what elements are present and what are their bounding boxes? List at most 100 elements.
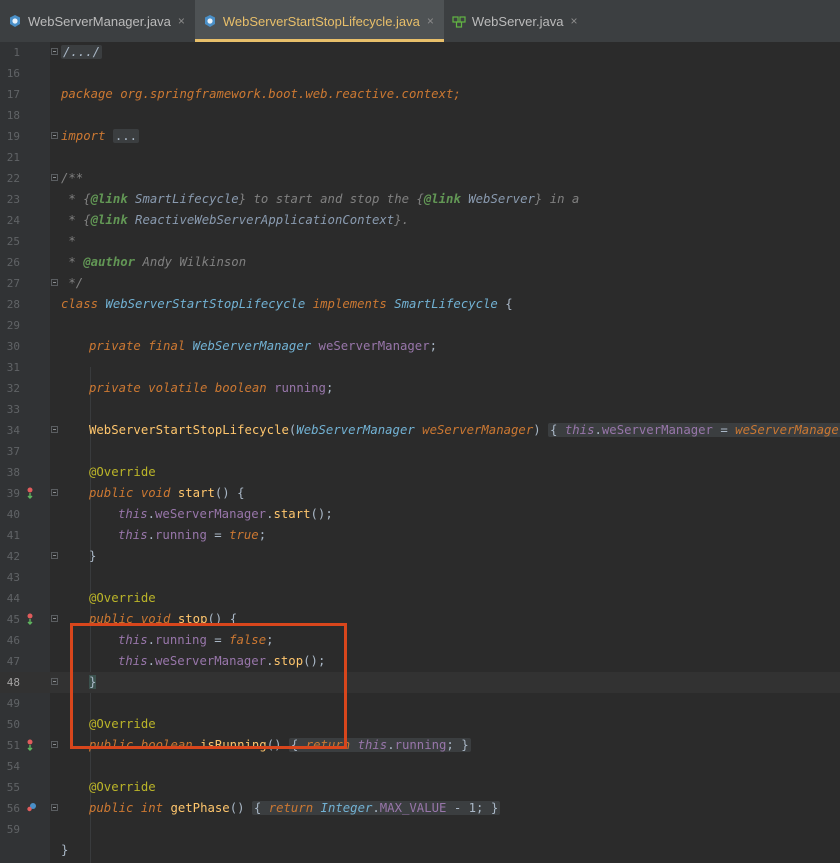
code-line[interactable]: 30 private final WebServerManager weServe… [0,336,840,357]
folded-imports[interactable]: ... [112,129,140,143]
line-number: 38 [6,466,20,479]
expression: - 1; [446,801,484,815]
code-line[interactable]: 40 this.weServerManager.start(); [0,504,840,525]
line-number: 27 [6,277,20,290]
code-line[interactable]: 25 * [0,231,840,252]
folded-block[interactable]: { this.weServerManager = weServerManager… [548,423,840,437]
type-name: WebServerManager [192,339,312,353]
override-method-icon[interactable] [26,801,38,815]
tab-label: WebServerStartStopLifecycle.java [222,13,420,29]
code-line[interactable]: } [0,840,840,861]
doc-ref: SmartLifecycle [127,192,239,206]
code-line[interactable]: 43 [0,567,840,588]
code-line[interactable]: 41 this.running = true; [0,525,840,546]
code-line[interactable]: 39 public void start() { [0,483,840,504]
code-line[interactable]: 27 */ [0,273,840,294]
comment: * { [61,192,91,206]
tab-webserver[interactable]: WebServer.java × [444,0,588,42]
folded-header[interactable]: /.../ [61,45,103,59]
field-name: weServerManager [318,339,430,353]
fold-toggle-icon[interactable] [51,552,58,559]
code-line[interactable]: 19 import ... [0,126,840,147]
code-line[interactable]: 59 [0,819,840,840]
doc-tag: @link [90,213,128,227]
close-icon[interactable]: × [178,14,185,28]
annotation: @Override [89,780,156,794]
fold-toggle-icon[interactable] [51,132,58,139]
code-line[interactable]: 1 /.../ [0,42,840,63]
java-class-icon [203,14,217,28]
comment: * { [61,213,91,227]
close-icon[interactable]: × [427,14,434,28]
type-name: SmartLifecycle [394,297,498,311]
code-line[interactable]: 56 public int getPhase() { return Integer… [0,798,840,819]
package-name: org.springframework.boot.web.reactive.co… [120,87,461,101]
dot: . [147,528,156,542]
keyword: private [89,381,141,395]
line-number: 51 [6,739,20,752]
class-name: WebServerStartStopLifecycle [105,297,306,311]
fold-toggle-icon[interactable] [51,741,58,748]
code-line[interactable]: 33 [0,399,840,420]
doc-tag: @author [83,255,136,269]
implement-method-icon[interactable] [26,486,38,500]
fold-toggle-icon[interactable] [51,48,58,55]
fold-toggle-icon[interactable] [51,678,58,685]
fold-toggle-icon[interactable] [51,279,58,286]
semicolon: ; [429,339,438,353]
keyword: boolean [214,381,267,395]
code-line[interactable]: 55 @Override [0,777,840,798]
code-line[interactable]: 28 class WebServerStartStopLifecycle impl… [0,294,840,315]
operator: = [206,528,230,542]
line-number: 31 [6,361,20,374]
tab-webserverstartstoplifecycle[interactable]: WebServerStartStopLifecycle.java × [194,0,444,42]
implement-method-icon[interactable] [26,738,38,752]
line-number: 55 [6,781,20,794]
code-line[interactable]: 17 package org.springframework.boot.web.r… [0,84,840,105]
code-line[interactable]: 26 * @author Andy Wilkinson [0,252,840,273]
method-name: start [273,507,311,521]
fold-toggle-icon[interactable] [51,615,58,622]
implement-method-icon[interactable] [26,612,38,626]
keyword: this [118,507,148,521]
line-number: 39 [6,487,20,500]
comment: * [61,234,76,248]
code-line[interactable]: 42} [0,546,840,567]
semicolon: ; [446,738,454,752]
keyword: true [229,528,259,542]
doc-ref: WebServer [460,192,535,206]
code-line[interactable]: 21 [0,147,840,168]
fold-toggle-icon[interactable] [51,174,58,181]
code-line[interactable]: 22 /** [0,168,840,189]
code-line[interactable]: 44 @Override [0,588,840,609]
code-line[interactable]: 16 [0,63,840,84]
line-number: 49 [6,697,20,710]
keyword: this [118,528,148,542]
code-line[interactable]: 23 * {@link SmartLifecycle} to start and… [0,189,840,210]
code-line[interactable]: 38 @Override [0,462,840,483]
code-line[interactable]: 24 * {@link ReactiveWebServerApplication… [0,210,840,231]
code-line[interactable]: 37 [0,441,840,462]
keyword: class [61,297,99,311]
line-number: 17 [6,88,20,101]
keyword: return [268,801,314,815]
code-line[interactable]: 31 [0,357,840,378]
line-number: 41 [6,529,20,542]
tab-webservermanager[interactable]: WebServerManager.java × [0,0,195,42]
code-line[interactable]: 29 [0,315,840,336]
code-line[interactable]: 32 private volatile boolean running; [0,378,840,399]
fold-toggle-icon[interactable] [51,426,58,433]
code-editor[interactable]: 1 /.../ 16 17 package org.springframework.… [0,42,840,863]
brace: { [550,423,565,437]
doc-tag: @link [423,192,461,206]
keyword: public [89,486,134,500]
folded-block[interactable]: { return Integer.MAX_VALUE - 1; } [251,801,501,815]
close-icon[interactable]: × [570,14,577,28]
fold-toggle-icon[interactable] [51,804,58,811]
fold-toggle-icon[interactable] [51,489,58,496]
code-line[interactable]: 18 [0,105,840,126]
code-line[interactable]: 54 [0,756,840,777]
code-line[interactable]: 34 WebServerStartStopLifecycle(WebServerM… [0,420,840,441]
keyword: package [61,87,113,101]
dot: . [387,738,395,752]
